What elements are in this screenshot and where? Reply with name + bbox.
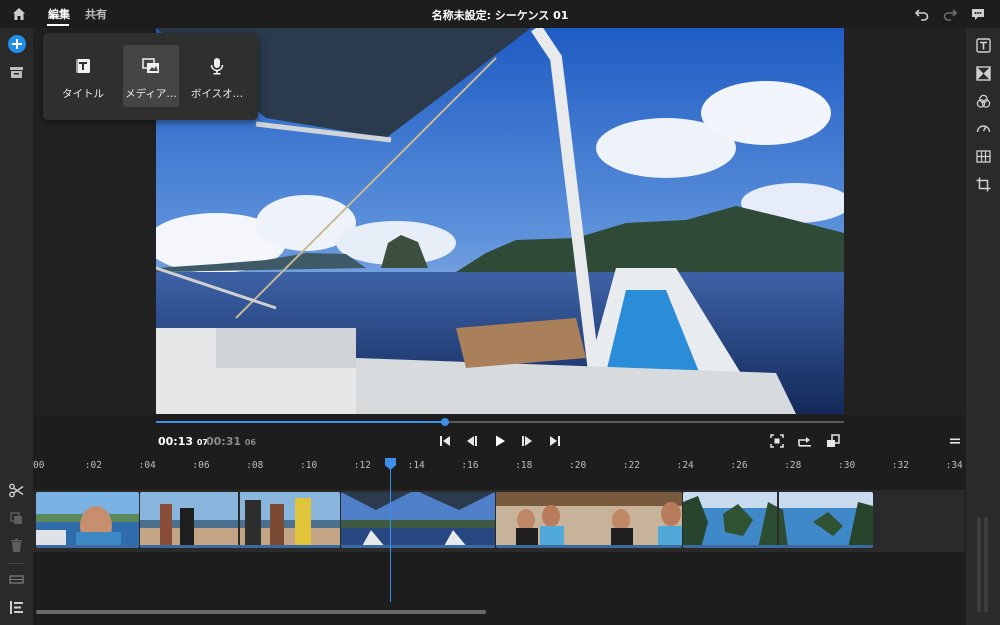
ruler-tick: 00: [33, 460, 45, 471]
audio-icon[interactable]: [975, 148, 992, 165]
redo-icon[interactable]: [942, 6, 958, 22]
sequence-title: 名称未設定: シーケンス 01: [431, 9, 569, 22]
go-to-start-icon[interactable]: [437, 433, 453, 449]
timeline-horizontal-scrollbar[interactable]: [36, 610, 486, 614]
ruler-tick: :18: [515, 460, 533, 471]
ruler-tick: :26: [730, 460, 748, 471]
add-media-button[interactable]: [8, 35, 26, 53]
video-preview[interactable]: [156, 28, 844, 414]
ruler-tick: :08: [246, 460, 264, 471]
media-icon: [142, 58, 159, 73]
playback-scrubber[interactable]: [156, 418, 844, 426]
ruler-tick: :24: [676, 460, 694, 471]
duration-timecode: 00:31 06: [206, 435, 256, 448]
duration-time: 00:31: [206, 435, 242, 448]
video-clip[interactable]: [496, 492, 682, 548]
duration-frames: 06: [244, 438, 256, 447]
add-title-label: タイトル: [62, 88, 104, 100]
add-title-button[interactable]: タイトル: [55, 45, 111, 107]
microphone-icon: [210, 58, 224, 75]
add-voiceover-label: ボイスオ…: [190, 88, 244, 100]
ruler-tick: :32: [891, 460, 909, 471]
step-back-icon[interactable]: [464, 433, 480, 449]
ruler-tick: :04: [138, 460, 156, 471]
fit-to-screen-icon[interactable]: [769, 433, 785, 449]
clip-thumbnail: [140, 492, 340, 545]
transitions-icon[interactable]: [975, 65, 992, 82]
ruler-tick: :06: [192, 460, 210, 471]
ruler-tick: :14: [407, 460, 425, 471]
video-track: [33, 490, 965, 552]
export-frame-icon[interactable]: [797, 433, 813, 449]
duplicate-icon[interactable]: [8, 510, 25, 527]
play-icon[interactable]: [492, 433, 508, 449]
undo-icon[interactable]: [914, 6, 930, 22]
project-assets-icon[interactable]: [8, 64, 25, 81]
titles-panel-icon[interactable]: [975, 37, 992, 54]
rail-divider: [8, 563, 25, 564]
ruler-tick: :02: [84, 460, 102, 471]
title-icon: [76, 59, 90, 73]
delete-icon[interactable]: [8, 537, 25, 554]
ruler-tick: :34: [945, 460, 963, 471]
audio-level-meter: [977, 517, 989, 612]
aspect-ratio-icon[interactable]: [825, 433, 841, 449]
ruler-tick: :10: [300, 460, 318, 471]
ruler-tick: :12: [353, 460, 371, 471]
add-media-label: メディア…: [125, 88, 177, 100]
boat-scene-image: [156, 28, 844, 414]
current-time: 00:13: [158, 435, 194, 448]
ruler-tick: :16: [461, 460, 479, 471]
scrubber-handle[interactable]: [440, 418, 449, 426]
ruler-tick: :28: [784, 460, 802, 471]
video-clip[interactable]: [683, 492, 873, 548]
top-bar: 編集 共有 名称未設定: シーケンス 01: [0, 0, 1000, 28]
video-clip[interactable]: [341, 492, 495, 548]
video-clip[interactable]: [140, 492, 340, 548]
go-to-end-icon[interactable]: [547, 433, 563, 449]
step-forward-icon[interactable]: [519, 433, 535, 449]
active-tab-indicator: [47, 24, 69, 26]
timeline-ruler[interactable]: 00 :02 :04 :06 :08 :10 :12 :14 :16 :18 :20 :22 :24 :2…: [33, 456, 966, 476]
speed-icon[interactable]: [975, 120, 992, 137]
ruler-tick: :22: [622, 460, 640, 471]
crop-icon[interactable]: [975, 176, 992, 193]
split-clip-icon[interactable]: [8, 482, 25, 499]
add-menu-popup: タイトル メディア… ボイスオ…: [43, 33, 258, 120]
color-icon[interactable]: [975, 93, 992, 110]
playhead-line: [390, 468, 391, 602]
track-height-icon[interactable]: [8, 571, 25, 588]
ruler-tick: :30: [838, 460, 856, 471]
feedback-icon[interactable]: [970, 6, 986, 22]
clip-thumbnail: [341, 492, 495, 545]
video-clip[interactable]: [36, 492, 139, 548]
timeline-view-icon[interactable]: [8, 599, 25, 616]
left-toolbar: [0, 28, 33, 625]
menu-icon[interactable]: [947, 433, 963, 449]
add-media-item[interactable]: メディア…: [123, 45, 179, 107]
clip-thumbnail: [36, 492, 139, 545]
current-timecode: 00:13 07: [158, 435, 208, 448]
scrubber-progress: [156, 421, 445, 423]
add-voiceover-button[interactable]: ボイスオ…: [189, 45, 245, 107]
clip-thumbnail: [496, 492, 682, 545]
ruler-tick: :20: [569, 460, 587, 471]
clip-thumbnail: [683, 492, 873, 545]
